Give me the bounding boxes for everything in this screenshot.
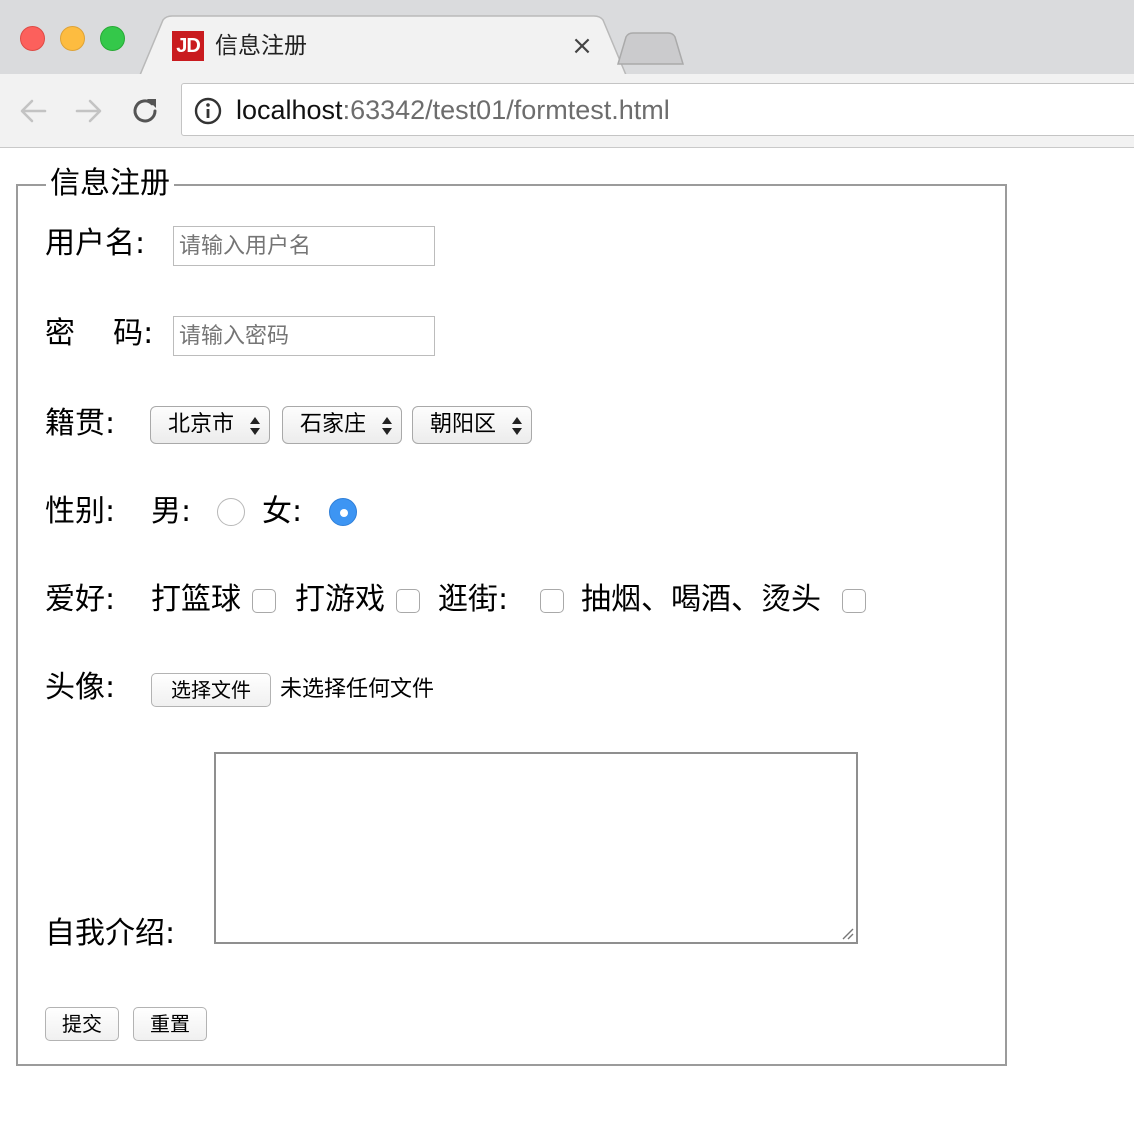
url-path: :63342/test01/formtest.html [342,95,670,125]
file-status-text: 未选择任何文件 [280,677,435,702]
browser-toolbar: localhost:63342/test01/formtest.html [0,74,1134,148]
intro-textarea[interactable] [214,752,858,944]
back-button[interactable] [14,92,52,130]
gender-label: 性别: [45,494,116,529]
district-select[interactable]: 朝阳区 [412,406,532,444]
hobby-shopping-checkbox[interactable] [540,589,564,613]
password-label: 密 码: [45,316,154,351]
info-icon[interactable] [194,97,222,125]
gender-male-label: 男: [151,494,192,529]
province-select-value: 北京市 [168,412,235,437]
arrow-right-icon [75,99,102,123]
active-tab-shape[interactable] [139,15,627,74]
registration-fieldset: 信息注册 用户名: 密 码: 籍贯: 北京市 石家庄 朝阳区 性别: 男: 女:… [16,166,1007,1066]
forward-button[interactable] [70,92,108,130]
gender-female-radio[interactable] [329,498,357,526]
password-input[interactable] [173,316,435,356]
city-select[interactable]: 石家庄 [282,406,402,444]
province-select[interactable]: 北京市 [150,406,270,444]
gender-male-radio[interactable] [217,498,245,526]
intro-label: 自我介绍: [45,916,176,951]
submit-button[interactable]: 提交 [45,1007,119,1041]
gender-female-label: 女: [262,494,303,529]
hometown-label: 籍贯: [45,406,116,441]
hobby-gaming-checkbox[interactable] [396,589,420,613]
fieldset-legend: 信息注册 [46,166,174,202]
hobby-smoke-drink-perm-label: 抽烟、喝酒、烫头 [581,582,821,617]
address-bar[interactable]: localhost:63342/test01/formtest.html [181,83,1134,136]
tab-title[interactable]: 信息注册 [215,30,307,62]
reset-button[interactable]: 重置 [133,1007,207,1041]
choose-file-button[interactable]: 选择文件 [151,673,271,707]
url-text: localhost:63342/test01/formtest.html [236,93,670,127]
tab-close-icon[interactable]: × [568,30,596,62]
hobby-basketball-label: 打篮球 [151,582,241,617]
city-select-value: 石家庄 [300,412,367,437]
url-host: localhost [236,95,343,125]
hobbies-label: 爱好: [45,582,116,617]
tab-shapes [139,15,685,74]
reload-icon [133,99,157,123]
hobby-basketball-checkbox[interactable] [252,589,276,613]
district-select-value: 朝阳区 [430,412,497,437]
resize-grip-icon[interactable] [840,926,854,940]
browser-tab-bar: JD 信息注册 × [0,0,1134,74]
hobby-smoke-drink-perm-checkbox[interactable] [842,589,866,613]
select-updown-icon [512,417,522,435]
username-label: 用户名: [45,226,146,261]
new-tab-button[interactable] [616,32,685,65]
select-updown-icon [250,417,260,435]
select-updown-icon [382,417,392,435]
avatar-label: 头像: [45,670,116,705]
hobby-gaming-label: 打游戏 [295,582,385,617]
jd-favicon-icon: JD [172,31,204,61]
arrow-left-icon [20,99,47,123]
username-input[interactable] [173,226,435,266]
reload-button[interactable] [126,92,164,130]
hobby-shopping-label: 逛街: [438,582,509,617]
